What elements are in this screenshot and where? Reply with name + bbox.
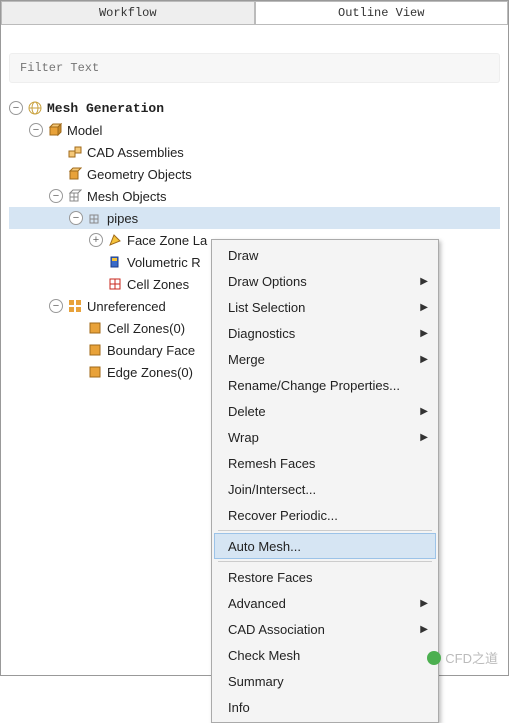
tree-root[interactable]: − Mesh Generation (9, 97, 500, 119)
volume-icon (107, 254, 123, 270)
tree-label: Geometry Objects (87, 167, 192, 182)
menu-delete[interactable]: Delete▶ (214, 398, 436, 424)
tree-label: Unreferenced (87, 299, 166, 314)
mesh-icon (67, 188, 83, 204)
menu-remesh[interactable]: Remesh Faces (214, 450, 436, 476)
tree-label: Cell Zones(0) (107, 321, 185, 336)
menu-auto-mesh[interactable]: Auto Mesh... (214, 533, 436, 559)
menu-wrap[interactable]: Wrap▶ (214, 424, 436, 450)
tree-label: CAD Assemblies (87, 145, 184, 160)
menu-advanced[interactable]: Advanced▶ (214, 590, 436, 616)
menu-info[interactable]: Info (214, 694, 436, 720)
menu-draw[interactable]: Draw (214, 242, 436, 268)
menu-join[interactable]: Join/Intersect... (214, 476, 436, 502)
menu-restore[interactable]: Restore Faces (214, 564, 436, 590)
menu-recover[interactable]: Recover Periodic... (214, 502, 436, 528)
collapse-icon[interactable]: − (49, 189, 63, 203)
collapse-icon[interactable]: − (29, 123, 43, 137)
expand-icon[interactable]: + (89, 233, 103, 247)
tree-pipes[interactable]: − pipes (9, 207, 500, 229)
tab-outline[interactable]: Outline View (255, 1, 509, 24)
assembly-icon (67, 144, 83, 160)
tree-label: Mesh Generation (47, 101, 164, 116)
square-icon (87, 342, 103, 358)
tree-meshobj[interactable]: − Mesh Objects (9, 185, 500, 207)
tree-label: Model (67, 123, 102, 138)
filter-input[interactable] (9, 53, 500, 83)
tree-label: pipes (107, 211, 138, 226)
geometry-icon (67, 166, 83, 182)
menu-summary[interactable]: Summary (214, 668, 436, 694)
menu-check-mesh[interactable]: Check Mesh (214, 642, 436, 668)
collapse-icon[interactable]: − (9, 101, 23, 115)
menu-rename[interactable]: Rename/Change Properties... (214, 372, 436, 398)
chevron-right-icon: ▶ (420, 302, 428, 313)
context-menu: Draw Draw Options▶ List Selection▶ Diagn… (211, 239, 439, 723)
tree-label: Mesh Objects (87, 189, 166, 204)
tab-workflow[interactable]: Workflow (1, 1, 255, 24)
tree-label: Face Zone La (127, 233, 207, 248)
chevron-right-icon: ▶ (420, 624, 428, 635)
chevron-right-icon: ▶ (420, 276, 428, 287)
square-icon (87, 364, 103, 380)
globe-icon (27, 100, 43, 116)
watermark-text: CFD之道 (445, 648, 498, 667)
menu-draw-options[interactable]: Draw Options▶ (214, 268, 436, 294)
tree-label: Boundary Face (107, 343, 195, 358)
logo-icon (427, 651, 441, 665)
cell-icon (107, 276, 123, 292)
menu-separator (218, 561, 432, 562)
mesh-cube-icon (87, 210, 103, 226)
chevron-right-icon: ▶ (420, 406, 428, 417)
menu-list-selection[interactable]: List Selection▶ (214, 294, 436, 320)
cube-icon (47, 122, 63, 138)
tree-cad[interactable]: CAD Assemblies (9, 141, 500, 163)
collapse-icon[interactable]: − (69, 211, 83, 225)
menu-separator (218, 530, 432, 531)
menu-merge[interactable]: Merge▶ (214, 346, 436, 372)
square-icon (87, 320, 103, 336)
collapse-icon[interactable]: − (49, 299, 63, 313)
tree-label: Edge Zones(0) (107, 365, 193, 380)
tree-model[interactable]: − Model (9, 119, 500, 141)
chevron-right-icon: ▶ (420, 354, 428, 365)
chevron-right-icon: ▶ (420, 328, 428, 339)
grid-icon (67, 298, 83, 314)
menu-diagnostics[interactable]: Diagnostics▶ (214, 320, 436, 346)
menu-cad-association[interactable]: CAD Association▶ (214, 616, 436, 642)
chevron-right-icon: ▶ (420, 432, 428, 443)
tree-label: Volumetric R (127, 255, 201, 270)
face-icon (107, 232, 123, 248)
chevron-right-icon: ▶ (420, 598, 428, 609)
tree-geom[interactable]: Geometry Objects (9, 163, 500, 185)
watermark: CFD之道 (427, 648, 498, 667)
tree-label: Cell Zones (127, 277, 189, 292)
